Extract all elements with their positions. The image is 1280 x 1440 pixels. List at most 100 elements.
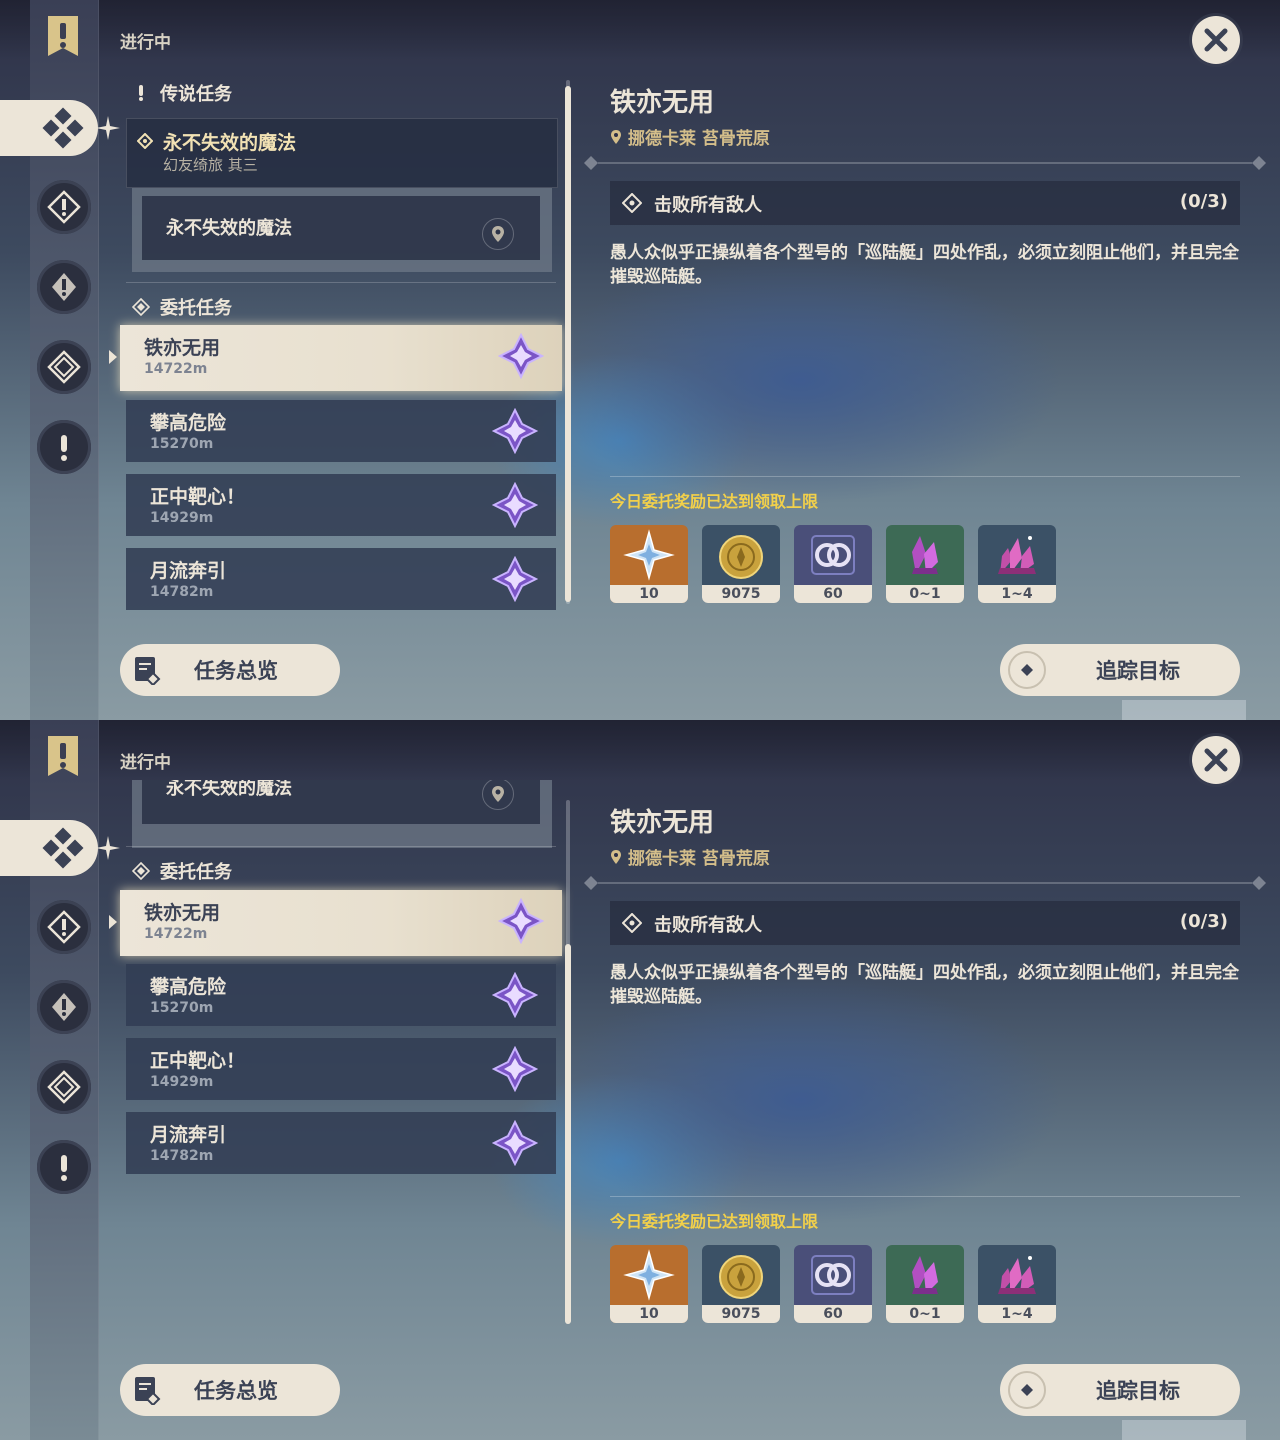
story-quest-icon: [52, 273, 76, 301]
commission-task-0[interactable]: 铁亦无用 14722m: [120, 325, 562, 391]
rail-tab-world[interactable]: [37, 340, 91, 394]
close-button[interactable]: [1192, 736, 1240, 784]
ornamental-divider: [584, 156, 1266, 170]
track-label: 追踪目标: [1096, 1379, 1180, 1403]
rail-tab-archon[interactable]: [37, 180, 91, 234]
legend-subquest-card[interactable]: 永不失效的魔法: [132, 780, 552, 848]
reward-limit-notice: 今日委托奖励已达到领取上限: [610, 1212, 819, 1231]
reward-item-crystal-cluster[interactable]: 1~4: [978, 525, 1056, 603]
crystal-icon: [912, 1256, 938, 1294]
track-dot: [1008, 651, 1046, 689]
rail-tab-story[interactable]: [37, 260, 91, 314]
quest-list-scroll-thumb[interactable]: [565, 86, 571, 602]
primogem-icon: [623, 529, 675, 581]
reward-item-crystal-cluster[interactable]: 1~4: [978, 1245, 1056, 1323]
legend-subquest-inner: 永不失效的魔法: [142, 196, 540, 260]
map-pin-button[interactable]: [482, 218, 514, 250]
reward-count: 9075: [702, 1305, 780, 1323]
rail-tab-story[interactable]: [37, 980, 91, 1034]
top-shade: [0, 720, 1280, 780]
commission-star-icon: [492, 1120, 538, 1166]
close-icon: [1204, 28, 1228, 52]
quest-description: 愚人众似乎正操纵着各个型号的「巡陆艇」四处作乱，必须立刻阻止他们，并且完全摧毁巡…: [610, 243, 1239, 287]
reward-item-crystal[interactable]: 0~1: [886, 1245, 964, 1323]
top-shade: [0, 0, 1280, 60]
rail-tab-world[interactable]: [37, 1060, 91, 1114]
quest-overview-button[interactable]: 任务总览: [120, 644, 340, 696]
task-name: 正中靶心！: [150, 486, 246, 508]
quest-list-scroll-thumb[interactable]: [565, 944, 571, 1324]
quest-book-icon: [135, 657, 161, 685]
close-button[interactable]: [1192, 16, 1240, 64]
rail-tab-event[interactable]: [37, 1140, 91, 1194]
map-pin-button[interactable]: [482, 780, 514, 810]
diamond-marker-icon: [137, 133, 153, 149]
legend-subquest-card[interactable]: 永不失效的魔法: [132, 188, 552, 272]
sparkle-icon: [96, 116, 120, 140]
reward-item-companionship-exp[interactable]: 60: [794, 1245, 872, 1323]
mora-icon: [719, 1255, 763, 1299]
commission-star-icon: [498, 333, 544, 379]
reward-item-primogem[interactable]: 10: [610, 525, 688, 603]
reward-item-primogem[interactable]: 10: [610, 1245, 688, 1323]
ornamental-divider: [584, 876, 1266, 890]
reward-item-crystal[interactable]: 0~1: [886, 525, 964, 603]
corner-overlay: [1122, 1420, 1246, 1440]
legend-quest-card[interactable]: 永不失效的魔法 幻友绮旅 其三: [126, 118, 558, 188]
detail-location: 挪德卡莱 苔骨荒原: [610, 124, 770, 149]
commission-task-2[interactable]: 正中靶心！ 14929m: [126, 1038, 556, 1100]
commission-task-0[interactable]: 铁亦无用 14722m: [120, 890, 562, 956]
track-target-button[interactable]: 追踪目标: [1000, 644, 1240, 696]
legend-section-title: 传说任务: [132, 80, 232, 106]
objective-diamond-icon: [622, 913, 642, 933]
legend-subquest-name: 永不失效的魔法: [166, 780, 292, 799]
track-target-button[interactable]: 追踪目标: [1000, 1364, 1240, 1416]
quest-screen-bottom: 进行中 永不失效的魔法 委托任务 铁亦无用 14722m 攀高危险 15270m…: [0, 720, 1280, 1440]
commission-task-1[interactable]: 攀高危险 15270m: [126, 964, 556, 1026]
banner-icon: [48, 16, 78, 56]
task-distance: 15270m: [150, 1000, 214, 1016]
reward-separator: [610, 476, 1240, 477]
commission-star-icon: [498, 898, 544, 944]
section-divider: [126, 282, 556, 283]
quest-description: 愚人众似乎正操纵着各个型号的「巡陆艇」四处作乱，必须立刻阻止他们，并且完全摧毁巡…: [610, 963, 1239, 1007]
reward-item-mora[interactable]: 9075: [702, 525, 780, 603]
commission-star-icon: [492, 1046, 538, 1092]
objective-count: (0/3): [1179, 911, 1228, 932]
objective-bar: 击败所有敌人 (0/3): [610, 901, 1240, 945]
crystal-cluster-icon: [998, 1256, 1036, 1294]
reward-count: 0~1: [886, 1305, 964, 1323]
rail-tab-commission[interactable]: [0, 820, 98, 876]
objective-text: 击败所有敌人: [654, 195, 762, 216]
task-name: 月流奔引: [150, 560, 227, 582]
task-name: 铁亦无用: [144, 902, 221, 924]
task-name: 攀高危险: [150, 976, 227, 998]
commission-section-title: 委托任务: [132, 858, 232, 884]
commission-task-2[interactable]: 正中靶心！ 14929m: [126, 474, 556, 536]
commission-star-icon: [492, 482, 538, 528]
map-pin-icon: [492, 226, 504, 242]
world-quest-icon: [47, 1070, 81, 1104]
commission-task-3[interactable]: 月流奔引 14782m: [126, 1112, 556, 1174]
quest-overview-button[interactable]: 任务总览: [120, 1364, 340, 1416]
track-diamond-icon: [1021, 664, 1033, 676]
crystal-icon: [912, 536, 938, 574]
corner-overlay: [1122, 700, 1246, 720]
rail-tab-commission[interactable]: [0, 100, 98, 156]
archon-quest-icon: [47, 910, 81, 944]
objective-bar: 击败所有敌人 (0/3): [610, 181, 1240, 225]
legend-subquest-inner: 永不失效的魔法: [142, 780, 540, 824]
quest-book-icon: [135, 1377, 161, 1405]
rail-tab-event[interactable]: [37, 420, 91, 474]
reward-item-companionship-exp[interactable]: 60: [794, 525, 872, 603]
rail-tab-archon[interactable]: [37, 900, 91, 954]
commission-task-1[interactable]: 攀高危险 15270m: [126, 400, 556, 462]
overview-label: 任务总览: [194, 1379, 278, 1403]
reward-limit-notice: 今日委托奖励已达到领取上限: [610, 492, 819, 511]
commission-task-3[interactable]: 月流奔引 14782m: [126, 548, 556, 610]
reward-item-mora[interactable]: 9075: [702, 1245, 780, 1323]
companionship-exp-icon: [811, 535, 855, 575]
task-name: 铁亦无用: [144, 337, 221, 359]
sparkle-icon: [96, 836, 120, 860]
overview-label: 任务总览: [194, 659, 278, 683]
